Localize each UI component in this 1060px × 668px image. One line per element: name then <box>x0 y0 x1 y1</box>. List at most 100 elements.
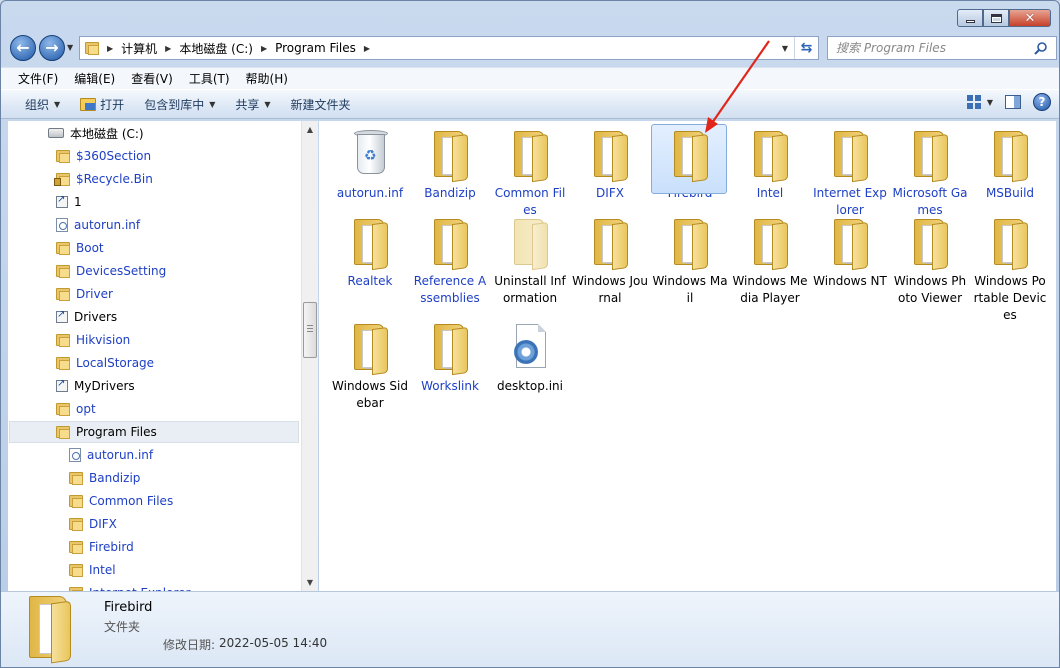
tree-item[interactable]: Intel <box>69 559 116 581</box>
file-item[interactable]: Bandizip <box>412 127 488 202</box>
tree-item[interactable]: Driver <box>56 283 113 305</box>
tree-item[interactable]: opt <box>56 398 96 420</box>
organize-button[interactable]: 组织 ▼ <box>15 92 70 116</box>
breadcrumb-program-files[interactable]: Program Files <box>275 41 356 55</box>
search-icon[interactable] <box>1034 41 1048 55</box>
file-item[interactable]: ♻ autorun.inf <box>332 127 408 202</box>
tree-item[interactable]: autorun.inf <box>69 444 153 466</box>
tree-item[interactable]: Program Files <box>9 421 299 443</box>
breadcrumb-computer[interactable]: 计算机 <box>121 40 157 57</box>
search-box[interactable] <box>827 36 1057 60</box>
file-item[interactable]: Uninstall Information <box>492 215 568 307</box>
tree-item-label: $Recycle.Bin <box>76 172 153 186</box>
file-item[interactable]: Workslink <box>412 320 488 395</box>
file-item[interactable]: Windows Mail <box>652 215 728 307</box>
tree-item[interactable]: Drivers <box>56 306 117 328</box>
file-item-label: Common Files <box>494 186 566 217</box>
back-button[interactable]: ← <box>10 35 36 61</box>
breadcrumb-local-disk[interactable]: 本地磁盘 (C:) <box>179 40 253 57</box>
view-options-dropdown[interactable]: ▼ <box>987 98 993 107</box>
share-button[interactable]: 共享 ▼ <box>225 92 280 116</box>
scroll-down-button[interactable]: ▼ <box>302 574 318 590</box>
file-item[interactable]: Realtek <box>332 215 408 290</box>
tree-item[interactable]: DevicesSetting <box>56 260 166 282</box>
tree-item-label: Boot <box>76 241 104 255</box>
refresh-button[interactable]: ⇆ <box>794 37 818 59</box>
file-item[interactable]: Windows Media Player <box>732 215 808 307</box>
tree-item[interactable]: 1 <box>56 191 82 213</box>
menu-tools[interactable]: 工具(T) <box>181 70 238 87</box>
file-item[interactable]: Microsoft Games <box>892 127 968 219</box>
file-icon <box>69 448 81 462</box>
tree-item-label: MyDrivers <box>74 379 135 393</box>
tree-item-label: LocalStorage <box>76 356 155 370</box>
close-button[interactable]: ✕ <box>1009 9 1051 27</box>
maximize-button[interactable] <box>983 9 1009 27</box>
file-item-label: Intel <box>756 186 784 200</box>
tree-item[interactable]: Bandizip <box>69 467 140 489</box>
file-item[interactable]: Common Files <box>492 127 568 219</box>
tree-item[interactable]: Common Files <box>69 490 173 512</box>
folder-icon <box>982 127 1038 183</box>
folder-icon <box>69 494 83 508</box>
tree-item[interactable]: Boot <box>56 237 104 259</box>
file-item[interactable]: Intel <box>732 127 808 202</box>
folder-icon <box>56 149 70 163</box>
file-item[interactable]: DIFX <box>572 127 648 202</box>
help-icon[interactable]: ? <box>1033 93 1051 111</box>
chevron-right-icon[interactable]: ▶ <box>261 44 267 53</box>
tree-item[interactable]: $360Section <box>56 145 151 167</box>
tree-item[interactable]: Hikvision <box>56 329 130 351</box>
file-item[interactable]: Windows NT <box>812 215 888 290</box>
tree-item-label: Common Files <box>89 494 174 508</box>
open-button[interactable]: 打开 <box>70 92 134 116</box>
include-in-library-button[interactable]: 包含到库中 ▼ <box>134 92 225 116</box>
navigation-scrollbar[interactable]: ▲ ▼ <box>301 121 318 591</box>
preview-pane-icon[interactable] <box>1005 95 1021 109</box>
tree-item[interactable]: $Recycle.Bin <box>54 168 153 190</box>
change-view-icon[interactable] <box>966 95 981 109</box>
tree-item[interactable]: autorun.inf <box>56 214 140 236</box>
forward-button[interactable]: → <box>39 35 65 61</box>
caret-down-icon: ▼ <box>54 99 61 109</box>
file-item[interactable]: Windows Photo Viewer <box>892 215 968 307</box>
tree-item[interactable]: DIFX <box>69 513 117 535</box>
address-dropdown-button[interactable]: ▼ <box>778 37 792 59</box>
tree-item[interactable]: MyDrivers <box>56 375 135 397</box>
chevron-right-icon[interactable]: ▶ <box>364 44 370 53</box>
menu-edit[interactable]: 编辑(E) <box>66 70 123 87</box>
folder-icon <box>56 356 70 370</box>
file-item[interactable]: Firebird <box>651 124 728 202</box>
file-item[interactable]: MSBuild <box>972 127 1048 202</box>
menu-file[interactable]: 文件(F) <box>10 70 66 87</box>
folder-icon <box>56 287 70 301</box>
chevron-right-icon[interactable]: ▶ <box>107 44 113 53</box>
file-item-label: Realtek <box>347 274 393 288</box>
scroll-thumb[interactable] <box>303 302 317 358</box>
folder-icon <box>422 215 478 271</box>
folder-icon <box>56 333 70 347</box>
file-item[interactable]: Internet Explorer <box>812 127 888 219</box>
minimize-button[interactable] <box>957 9 983 27</box>
file-item-label: Reference Assemblies <box>413 274 487 305</box>
file-item[interactable]: Reference Assemblies <box>412 215 488 307</box>
tree-item[interactable]: Firebird <box>69 536 134 558</box>
tree-item[interactable]: 本地磁盘 (C:) <box>48 122 144 144</box>
file-item[interactable]: Windows Portable Devices <box>972 215 1048 324</box>
details-type: 文件夹 <box>104 620 141 634</box>
search-input[interactable] <box>828 37 1018 59</box>
address-bar[interactable]: ▶ 计算机 ▶ 本地磁盘 (C:) ▶ Program Files ▶ ▼ ⇆ <box>79 36 819 60</box>
file-item-label: Internet Explorer <box>813 186 887 217</box>
details-pane: Firebird 文件夹 修改日期: 2022-05-05 14:40 <box>1 591 1059 667</box>
recent-pages-dropdown[interactable]: ▼ <box>67 43 73 52</box>
menu-view[interactable]: 查看(V) <box>123 70 181 87</box>
tree-item[interactable]: LocalStorage <box>56 352 154 374</box>
file-item[interactable]: desktop.ini <box>492 320 568 395</box>
file-item[interactable]: Windows Journal <box>572 215 648 307</box>
scroll-up-button[interactable]: ▲ <box>302 121 318 137</box>
folder-icon <box>902 127 958 183</box>
file-item[interactable]: Windows Sidebar <box>332 320 408 412</box>
chevron-right-icon[interactable]: ▶ <box>165 44 171 53</box>
new-folder-button[interactable]: 新建文件夹 <box>281 92 361 116</box>
menu-help[interactable]: 帮助(H) <box>238 70 296 87</box>
